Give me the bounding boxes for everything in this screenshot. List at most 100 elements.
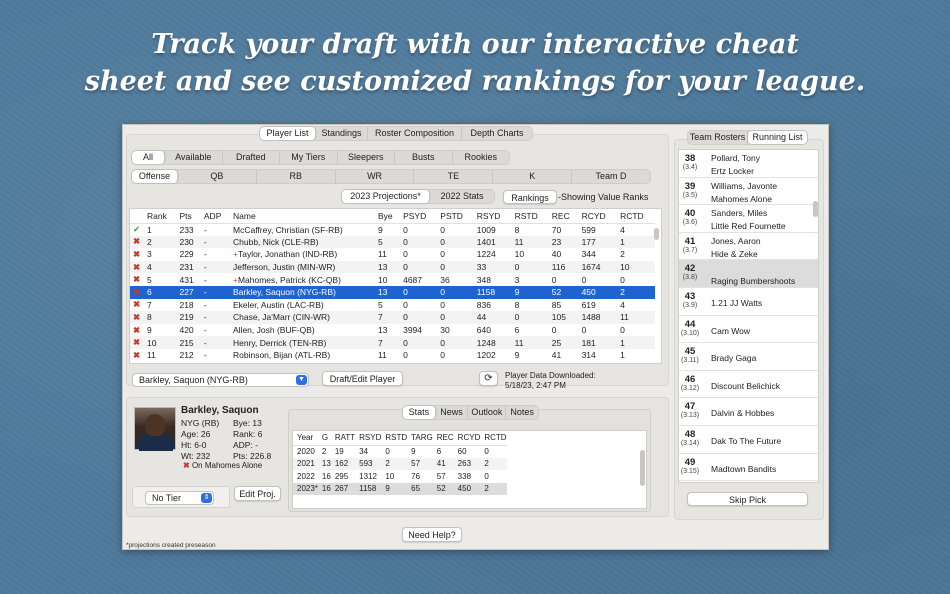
drafted-x-icon: ✖ xyxy=(130,311,144,324)
table-row[interactable]: ✖ 9 420- Allen, Josh (BUF-QB) 13 3994 30 640 6 0 0… xyxy=(130,324,655,337)
stats-column-header: RCYD xyxy=(453,431,481,446)
cell-rctd: 11 xyxy=(617,311,655,324)
draft-edit-player-button[interactable]: Draft/Edit Player xyxy=(322,371,403,386)
position-rb[interactable]: RB xyxy=(257,170,336,183)
stats-row: 2023* 16 267 1158 9 65 52 450 2 xyxy=(293,482,507,495)
table-row[interactable]: ✖ 6 227- Barkley, Saquon (NYG-RB) 13 0 0 1158 9 5… xyxy=(130,285,655,299)
stats-cell: 16 xyxy=(321,471,331,481)
player-weight: Wt: 232 xyxy=(181,451,211,461)
cell-rsyd: 1248 xyxy=(473,336,512,349)
column-header[interactable]: RCTD xyxy=(617,209,655,224)
tab-news[interactable]: News xyxy=(436,406,469,419)
running-list-item[interactable]: 42 (3.8) Raging Bumbershoots xyxy=(679,260,818,288)
tier-select[interactable]: No Tier ⇕ xyxy=(145,491,214,505)
cell-pstd: 0 xyxy=(437,260,474,274)
cell-rsyd: 1401 xyxy=(473,235,512,249)
cell-rstd: 8 xyxy=(514,224,520,235)
cell-rec: 40 xyxy=(551,249,562,260)
player-table-scrollbar[interactable] xyxy=(654,228,659,240)
column-header[interactable]: PSTD xyxy=(437,209,474,224)
stats-cell: 0 xyxy=(484,471,489,481)
running-list-scrollbar[interactable] xyxy=(813,201,818,217)
position-team-d[interactable]: Team D xyxy=(572,170,650,183)
cell-pstd: 0 xyxy=(437,311,474,324)
player-name-cell: Barkley, Saquon (NYG-RB) xyxy=(230,285,375,299)
need-help-button[interactable]: Need Help? xyxy=(402,527,462,542)
filter-rookies[interactable]: Rookies xyxy=(453,151,510,164)
position-qb[interactable]: QB xyxy=(178,170,257,183)
team-name: Raging Bumbershoots xyxy=(711,276,796,287)
filter-sleepers[interactable]: Sleepers xyxy=(338,151,395,164)
picked-player: Pollard, Tony xyxy=(711,153,760,163)
player-name-text: Barkley, Saquon (NYG-RB) xyxy=(233,287,336,298)
cell-rstd: 10 xyxy=(514,249,525,260)
position-offense[interactable]: Offense xyxy=(132,170,178,183)
running-list-item[interactable]: 46 (3.12) Discount Belichick xyxy=(679,371,818,399)
refresh-icon[interactable]: ⟳ xyxy=(479,371,498,386)
running-list-item[interactable]: 47 (3.13) Dalvin & Hobbes xyxy=(679,398,818,426)
stats-table-scrollbar[interactable] xyxy=(640,450,645,486)
position-wr[interactable]: WR xyxy=(336,170,415,183)
column-header[interactable]: Pts xyxy=(176,209,201,224)
column-header[interactable]: RSTD xyxy=(511,209,549,224)
edit-projections-button[interactable]: Edit Proj. xyxy=(234,486,281,501)
running-list-item[interactable]: 43 (3.9) 1.21 JJ Watts xyxy=(679,288,818,316)
position-k[interactable]: K xyxy=(493,170,573,183)
running-list-item[interactable]: 45 (3.11) Brady Gaga xyxy=(679,343,818,371)
column-header[interactable]: ADP xyxy=(200,209,230,224)
table-row[interactable]: ✓ 1 233- McCaffrey, Christian (SF-RB) 9 0 0 100… xyxy=(130,223,655,236)
tab-stats[interactable]: Stats xyxy=(403,406,436,419)
column-header[interactable]: Rank xyxy=(144,209,177,224)
tab-running-list[interactable]: Running List xyxy=(748,131,807,144)
tab-team-rosters[interactable]: Team Rosters xyxy=(688,131,748,144)
cell-psyd: 4687 xyxy=(403,274,423,285)
tab-2023-projections[interactable]: 2023 Projections* xyxy=(342,190,430,203)
column-header[interactable]: RSYD xyxy=(473,209,512,224)
table-row[interactable]: ✖ 4 231- Jefferson, Justin (MIN-WR) 13 0 0 33 0 1… xyxy=(130,260,655,274)
running-list-item[interactable]: 41 (3.7) Jones, Aaron Hide & Zeke xyxy=(679,233,818,261)
table-row[interactable]: ✖ 11 212- Robinson, Bijan (ATL-RB) 11 0 0 1202 9… xyxy=(130,349,655,362)
tab-notes[interactable]: Notes xyxy=(506,406,538,419)
stats-cell: 19 xyxy=(334,447,344,456)
player-adp: ADP: - xyxy=(233,440,259,450)
column-header[interactable]: PSYD xyxy=(400,209,438,224)
tab-depth-charts[interactable]: Depth Charts xyxy=(462,127,532,140)
cell-adp: - xyxy=(203,224,207,235)
tab-standings[interactable]: Standings xyxy=(316,127,368,140)
filter-available[interactable]: Available xyxy=(165,151,223,164)
filter-drafted[interactable]: Drafted xyxy=(223,151,280,164)
running-list-item[interactable]: 40 (3.6) Sanders, Miles Little Red Fournett… xyxy=(679,205,818,233)
cell-psyd: 0 xyxy=(400,260,438,274)
cell-rcyd: 1488 xyxy=(578,311,618,324)
rankings-button[interactable]: Rankings xyxy=(503,190,557,204)
tab-roster-composition[interactable]: Roster Composition xyxy=(368,127,462,140)
table-row[interactable]: ✖ 10 215- Henry, Derrick (TEN-RB) 7 0 0 1248 11 2… xyxy=(130,336,655,349)
column-header[interactable] xyxy=(130,209,144,224)
running-list-item[interactable]: 44 (3.10) Cam Wow xyxy=(679,316,818,344)
data-downloaded-label: Player Data Downloaded: xyxy=(505,371,596,380)
table-row[interactable]: ✖ 7 218- Ekeler, Austin (LAC-RB) 5 0 0 836 8 85 61… xyxy=(130,299,655,312)
skip-pick-button[interactable]: Skip Pick xyxy=(687,492,808,506)
column-header[interactable]: Name xyxy=(230,209,375,224)
table-row[interactable]: ✖ 3 229- +Taylor, Jonathan (IND-RB) 11 0 0 1224… xyxy=(130,248,655,261)
tab-outlook[interactable]: Outlook xyxy=(468,406,507,419)
table-row[interactable]: ✖ 5 431- +Mahomes, Patrick (KC-QB) 10 4687 36 3… xyxy=(130,273,655,286)
column-header[interactable]: REC xyxy=(548,209,579,224)
running-list-item[interactable]: 39 (3.5) Williams, Javonte Mahomes Alone xyxy=(679,178,818,206)
running-list-item[interactable]: 38 (3.4) Pollard, Tony Ertz Locker xyxy=(679,150,818,178)
tab-2022-stats[interactable]: 2022 Stats xyxy=(430,190,494,203)
filter-all[interactable]: All xyxy=(132,151,165,164)
table-row[interactable]: ✖ 2 230- Chubb, Nick (CLE-RB) 5 0 0 1401 11 23 177… xyxy=(130,235,655,249)
player-select[interactable]: Barkley, Saquon (NYG-RB) ▼ xyxy=(132,373,309,387)
running-list-item[interactable]: 49 (3.15) Madtown Bandits xyxy=(679,454,818,482)
filter-my-tiers[interactable]: My Tiers xyxy=(280,151,338,164)
column-header[interactable]: Bye xyxy=(375,209,401,224)
cell-adp: - xyxy=(203,325,207,336)
column-header[interactable]: RCYD xyxy=(578,209,618,224)
running-list-item[interactable]: 48 (3.14) Dak To The Future xyxy=(679,426,818,454)
position-te[interactable]: TE xyxy=(414,170,494,183)
table-row[interactable]: ✖ 8 219- Chase, Ja'Marr (CIN-WR) 7 0 0 44 0 105 14… xyxy=(130,311,655,324)
filter-busts[interactable]: Busts xyxy=(395,151,453,164)
cell-bye: 9 xyxy=(378,224,383,235)
tab-player-list[interactable]: Player List xyxy=(260,127,316,140)
